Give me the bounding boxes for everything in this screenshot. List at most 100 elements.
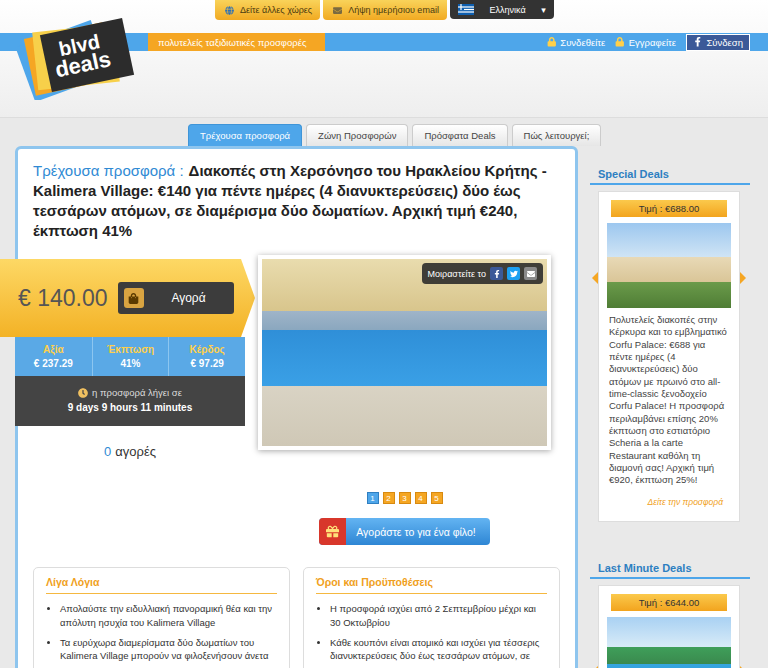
deal-stat: Έκπτωση 41% [92, 337, 169, 376]
gift-button[interactable]: Αγοράστε το για ένα φίλο! [319, 518, 489, 545]
info-row: Λίγα Λόγια Απολαύστε την ειδυλλιακή πανορ… [33, 567, 560, 668]
lock-icon [615, 37, 625, 47]
account-link-label: Συνδεθείτε [560, 37, 605, 48]
price-tag: Τιμή : €644.00 [611, 594, 727, 611]
nav-tabs: Τρέχουσα προσφοράΖώνη ΠροσφορώνΠρόσφατα … [0, 124, 768, 146]
sidebar-deal-text: Πολυτελείς διακοπές στην Κέρκυρα και το … [599, 314, 739, 487]
page-dot[interactable]: 2 [383, 492, 395, 504]
deal-heading: Τρέχουσα προσφορά :Διακοπές στη Χερσόνησ… [33, 161, 560, 241]
deal-photo [607, 223, 731, 308]
deal-photo [258, 255, 551, 450]
nav-tab[interactable]: Πρόσφατα Deals [412, 124, 507, 146]
facebook-login-button[interactable]: Σύνδεση [686, 34, 750, 51]
gift-icon [319, 518, 346, 545]
top-link-label: Δείτε άλλες χώρες [240, 5, 312, 15]
previous-arrow-icon[interactable] [592, 666, 598, 668]
info-box: Λίγα Λόγια Απολαύστε την ειδυλλιακή πανορ… [33, 567, 290, 668]
nav-tab[interactable]: Ζώνη Προσφορών [306, 124, 408, 146]
deal-panel: Τρέχουσα προσφορά :Διακοπές στη Χερσόνησ… [15, 146, 578, 668]
sidebar-deal-card[interactable]: Τιμή : €688.00 Πολυτελείς διακοπές στην Κ… [598, 191, 740, 522]
info-item: Κάθε κουπόνι είναι ατομικό και ισχύει γι… [330, 636, 547, 664]
purchases: 0αγορές [15, 444, 245, 459]
deal-media: Μοιραστείτε το 12345 Αγοράστε το για ένα φ… [258, 255, 551, 545]
sidebar: Special Deals Τιμή : €688.00 Πολυτελείς δι… [590, 146, 750, 668]
countdown-value: 9 days 9 hours 11 minutes [68, 402, 193, 413]
deal-stat: Αξία € 237.29 [15, 337, 92, 376]
stat-label: Κέρδος [190, 344, 225, 355]
globe-icon-box [223, 4, 235, 16]
info-list: Η προσφορά ισχύει από 2 Σεπτεμβρίου μέχρ… [316, 602, 547, 663]
deal-stat: Κέρδος € 97.29 [168, 337, 245, 376]
countdown-label: η προσφορά λήγει σε [78, 387, 182, 398]
logo[interactable]: blvddeals [15, 14, 140, 100]
deal-photo [607, 617, 731, 668]
sidebar-deal-card[interactable]: Τιμή : €644.00 [598, 585, 740, 668]
view-deal-link[interactable]: Δείτε την προσφορά [599, 487, 739, 507]
account-links: Συνδεθείτε Εγγραφείτε Σύνδεση [547, 33, 750, 51]
purchase-count: 0 [104, 444, 111, 459]
stat-label: Αξία [43, 344, 64, 355]
top-link[interactable]: Δείτε άλλες χώρες [215, 0, 320, 20]
nav-tab[interactable]: Πώς λειτουργεί; [512, 124, 602, 146]
nav-tab[interactable]: Τρέχουσα προσφορά [188, 124, 302, 146]
info-item: Απολαύστε την ειδυλλιακή πανοραμική θέα … [60, 602, 277, 630]
facebook-icon[interactable] [490, 267, 503, 280]
stat-value: € 97.29 [190, 358, 223, 369]
previous-arrow-icon[interactable] [592, 272, 598, 284]
language-select[interactable]: Ελληνικά ▾ [450, 0, 554, 19]
caret-icon: ▾ [541, 5, 546, 15]
info-item: Τα ευρύχωρα διαμερίσματα δύο δωματίων το… [60, 636, 277, 664]
price-tag: Τιμή : €688.00 [611, 200, 727, 217]
facebook-login-label: Σύνδεση [707, 37, 744, 48]
deal-summary: € 140.00 Αγορά Αξία € 237.29 Έκπτωση 41% Κέρδο… [0, 255, 255, 459]
language-label: Ελληνικά [490, 5, 526, 15]
facebook-icon [693, 37, 703, 47]
info-box: Όροι και Προϋποθέσεις Η προσφορά ισχύει α… [303, 567, 560, 668]
page-dot[interactable]: 1 [367, 492, 379, 504]
page-dot[interactable]: 3 [399, 492, 411, 504]
pagination: 12345 [367, 492, 443, 504]
account-link[interactable]: Εγγραφείτε [615, 37, 676, 48]
header: Δείτε άλλες χώρες Λήψη ημερήσιου email Ελλ… [0, 0, 768, 118]
countdown: η προσφορά λήγει σε 9 days 9 hours 11 min… [15, 376, 245, 426]
gift-label: Αγοράστε το για ένα φίλο! [356, 526, 475, 538]
info-item: Η προσφορά ισχύει από 2 Σεπτεμβρίου μέχρ… [330, 602, 547, 630]
page: Δείτε άλλες χώρες Λήψη ημερήσιου email Ελλ… [0, 0, 768, 668]
deal-row: € 140.00 Αγορά Αξία € 237.29 Έκπτωση 41% Κέρδο… [0, 255, 560, 545]
info-list: Απολαύστε την ειδυλλιακή πανοραμική θέα … [46, 602, 277, 663]
account-link[interactable]: Συνδεθείτε [547, 37, 605, 48]
twitter-icon[interactable] [507, 267, 520, 280]
globe-icon [225, 6, 234, 15]
stat-label: Έκπτωση [107, 344, 154, 355]
deal-heading-label: Τρέχουσα προσφορά : [33, 162, 184, 179]
share-box: Μοιραστείτε το [422, 263, 543, 284]
buy-button[interactable]: Αγορά [118, 282, 234, 314]
info-title: Λίγα Λόγια [46, 576, 277, 594]
mail-icon[interactable] [524, 267, 537, 280]
price-band: € 140.00 Αγορά [0, 259, 255, 337]
buy-label: Αγορά [144, 291, 234, 305]
page-dot[interactable]: 4 [415, 492, 427, 504]
greek-flag-icon [458, 4, 474, 15]
stat-value: 41% [120, 358, 140, 369]
bag-icon [124, 288, 144, 308]
account-link-label: Εγγραφείτε [629, 37, 676, 48]
mail-icon-box [331, 4, 343, 16]
price: € 140.00 [18, 285, 108, 312]
sidebar-section: Special Deals Τιμή : €688.00 Πολυτελείς δι… [590, 168, 750, 522]
photo-frame: Μοιραστείτε το [258, 255, 551, 450]
page-dot[interactable]: 5 [431, 492, 443, 504]
top-link[interactable]: Λήψη ημερήσιου email [323, 0, 447, 20]
info-title: Όροι και Προϋποθέσεις [316, 576, 547, 594]
envelope-icon [333, 6, 342, 15]
next-arrow-icon[interactable] [740, 666, 746, 668]
top-link-label: Λήψη ημερήσιου email [348, 5, 439, 15]
tagline: πολυτελείς ταξιδιωτικές προσφορές [148, 33, 325, 51]
clock-icon [78, 388, 88, 398]
content: Τρέχουσα προσφορά :Διακοπές στη Χερσόνησ… [0, 146, 768, 668]
sidebar-title: Special Deals [590, 168, 750, 185]
next-arrow-icon[interactable] [740, 272, 746, 284]
sidebar-title: Last Minute Deals [590, 562, 750, 579]
deal-stats: Αξία € 237.29 Έκπτωση 41% Κέρδος € 97.29 [15, 337, 245, 376]
stat-value: € 237.29 [34, 358, 73, 369]
